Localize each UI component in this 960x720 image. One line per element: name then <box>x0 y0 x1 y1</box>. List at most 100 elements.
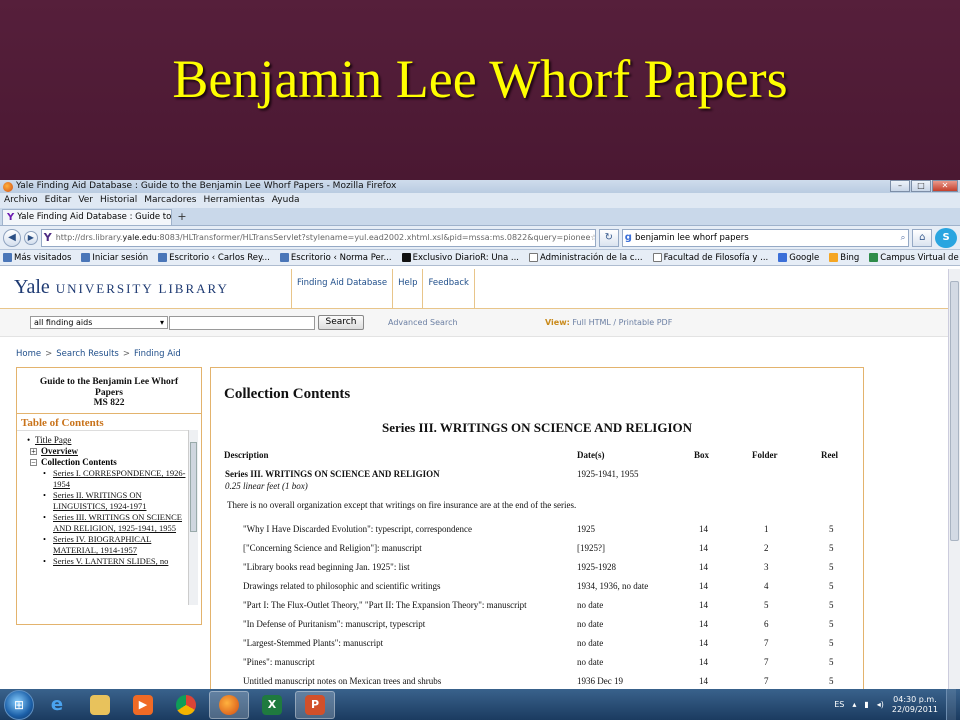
collection-contents-panel: Collection Contents Series III. WRITINGS… <box>210 367 864 700</box>
google-icon <box>778 253 788 262</box>
cell-reel: 5 <box>829 543 834 553</box>
toc-series-2[interactable]: • Series II. WRITINGS ON LINGUISTICS, 192… <box>17 490 189 512</box>
cell-folder: 5 <box>764 600 769 610</box>
column-box: Box <box>694 450 710 460</box>
column-description: Description <box>224 450 269 460</box>
toc-series-1[interactable]: • Series I. CORRESPONDENCE, 1926-1954 <box>17 468 189 490</box>
collapse-icon[interactable]: − <box>30 459 37 467</box>
back-button[interactable]: ◀ <box>3 228 21 247</box>
close-button[interactable]: ✕ <box>932 180 958 192</box>
nav-feedback[interactable]: Feedback <box>422 269 475 309</box>
cell-reel: 5 <box>829 619 834 629</box>
chrome-icon <box>176 694 196 715</box>
taskbar-powerpoint[interactable]: P <box>295 690 335 719</box>
advanced-search-link[interactable]: Advanced Search <box>388 318 458 327</box>
menu-herramientas[interactable]: Herramientas <box>203 193 264 208</box>
tray-arrow-icon[interactable]: ▴ <box>852 700 856 709</box>
clock[interactable]: 04:30 p.m. 22/09/2011 <box>892 695 938 715</box>
bookmark-iniciar-sesion[interactable]: Iniciar sesión <box>81 253 148 263</box>
powerpoint-icon: P <box>305 694 325 715</box>
taskbar-excel[interactable]: X <box>252 691 292 719</box>
collection-select[interactable]: all finding aids <box>30 316 168 329</box>
taskbar-ie[interactable]: e <box>37 691 77 719</box>
firefox-icon <box>219 694 239 715</box>
printable-pdf-link[interactable]: Printable PDF <box>619 318 673 327</box>
maximize-button[interactable]: □ <box>911 180 931 192</box>
cell-reel: 5 <box>829 600 834 610</box>
bookmark-escritorio-norma[interactable]: Escritorio ‹ Norma Per... <box>279 253 392 263</box>
site-favicon-icon: Y <box>43 230 52 244</box>
cell-folder: 7 <box>764 657 769 667</box>
start-button[interactable]: ⊞ <box>4 689 34 720</box>
menu-ver[interactable]: Ver <box>78 193 93 208</box>
bookmark-diarior[interactable]: Exclusivo DiarioR: Una ... <box>401 253 519 263</box>
breadcrumb-home[interactable]: Home <box>16 349 41 359</box>
menu-editar[interactable]: Editar <box>45 193 72 208</box>
breadcrumb-finding-aid[interactable]: Finding Aid <box>134 349 181 359</box>
column-reel: Reel <box>821 450 838 460</box>
cell-reel: 5 <box>829 638 834 648</box>
toc-series-5[interactable]: • Series V. LANTERN SLIDES, no <box>17 556 189 567</box>
bookmark-campus[interactable]: Campus Virtual de Filo... <box>869 253 960 263</box>
toc-item-title-page[interactable]: • Title Page <box>17 435 189 446</box>
menu-marcadores[interactable]: Marcadores <box>144 193 196 208</box>
system-tray: ES ▴ ▮ ◂) 04:30 p.m. 22/09/2011 <box>834 689 960 720</box>
network-icon[interactable]: ▮ <box>864 700 868 709</box>
show-desktop-button[interactable] <box>946 689 956 720</box>
bookmark-mas-visitados[interactable]: Más visitados <box>3 253 71 263</box>
bookmark-icon <box>279 253 289 262</box>
url-bar[interactable]: Y http://drs.library.yale.edu:8083/HLTra… <box>40 228 596 247</box>
toc-scrollbar[interactable] <box>188 430 198 605</box>
skype-icon[interactable]: S <box>935 227 957 248</box>
bookmark-escritorio-carlos[interactable]: Escritorio ‹ Carlos Rey... <box>158 253 270 263</box>
cell-folder: 1 <box>764 524 769 534</box>
tab-bar: Y Yale Finding Aid Database : Guide to t… <box>0 208 960 226</box>
home-button[interactable]: ⌂ <box>912 228 933 247</box>
bookmark-star-icon[interactable]: ☆ ▾ <box>590 230 595 246</box>
bookmark-bing[interactable]: Bing <box>829 253 859 263</box>
bookmark-administracion[interactable]: Administración de la c... <box>529 253 643 263</box>
toc-series-4[interactable]: • Series IV. BIOGRAPHICAL MATERIAL, 1914-… <box>17 534 189 556</box>
language-indicator[interactable]: ES <box>834 700 844 709</box>
volume-icon[interactable]: ◂) <box>877 700 884 709</box>
yale-logo[interactable]: Yale UNIVERSITY LIBRARY <box>14 276 229 299</box>
site-search-input[interactable] <box>169 316 315 330</box>
taskbar-media[interactable]: ▶ <box>123 691 163 719</box>
cell-reel: 5 <box>829 524 834 534</box>
forward-button[interactable]: ▶ <box>23 230 38 245</box>
web-page: Yale UNIVERSITY LIBRARY Finding Aid Datab… <box>0 269 948 700</box>
cell-folder: 3 <box>764 562 769 572</box>
tab-finding-aid[interactable]: Y Yale Finding Aid Database : Guide to t… <box>2 209 172 225</box>
taskbar-chrome[interactable] <box>166 691 206 719</box>
menu-ayuda[interactable]: Ayuda <box>272 193 300 208</box>
excel-icon: X <box>262 694 282 715</box>
cell-reel: 5 <box>829 562 834 572</box>
nav-finding-aid-database[interactable]: Finding Aid Database <box>291 269 392 309</box>
breadcrumb-search-results[interactable]: Search Results <box>56 349 119 359</box>
toc-item-collection-contents[interactable]: − Collection Contents <box>17 457 189 468</box>
minimize-button[interactable]: – <box>890 180 910 192</box>
bookmark-facultad[interactable]: Facultad de Filosofía y ... <box>652 253 768 263</box>
toc-series-3[interactable]: • Series III. WRITINGS ON SCIENCE AND REL… <box>17 512 189 534</box>
nav-help[interactable]: Help <box>392 269 422 309</box>
menu-archivo[interactable]: Archivo <box>4 193 38 208</box>
menu-historial[interactable]: Historial <box>100 193 137 208</box>
page-scrollbar[interactable] <box>948 269 960 700</box>
bookmark-icon <box>81 253 91 262</box>
new-tab-button[interactable]: + <box>174 210 190 225</box>
taskbar-explorer[interactable] <box>80 691 120 719</box>
cell-desc: Untitled manuscript notes on Mexican tre… <box>243 676 442 686</box>
bookmark-google[interactable]: Google <box>778 253 819 263</box>
cell-date: no date <box>577 657 604 667</box>
search-box[interactable]: g benjamin lee whorf papers ⌕ <box>621 228 910 247</box>
full-html-link[interactable]: Full HTML <box>572 318 610 327</box>
cell-folder: 4 <box>764 581 769 591</box>
expand-icon[interactable]: + <box>30 448 37 456</box>
taskbar-firefox[interactable] <box>209 690 249 719</box>
reload-button[interactable]: ↻ <box>598 228 619 247</box>
url-text: http://drs.library.yale.edu:8083/HLTrans… <box>55 232 591 242</box>
cell-reel: 5 <box>829 581 834 591</box>
toc-item-overview[interactable]: + Overview <box>17 446 189 457</box>
search-magnifier-icon[interactable]: ⌕ <box>901 230 906 246</box>
search-button[interactable]: Search <box>318 315 364 330</box>
